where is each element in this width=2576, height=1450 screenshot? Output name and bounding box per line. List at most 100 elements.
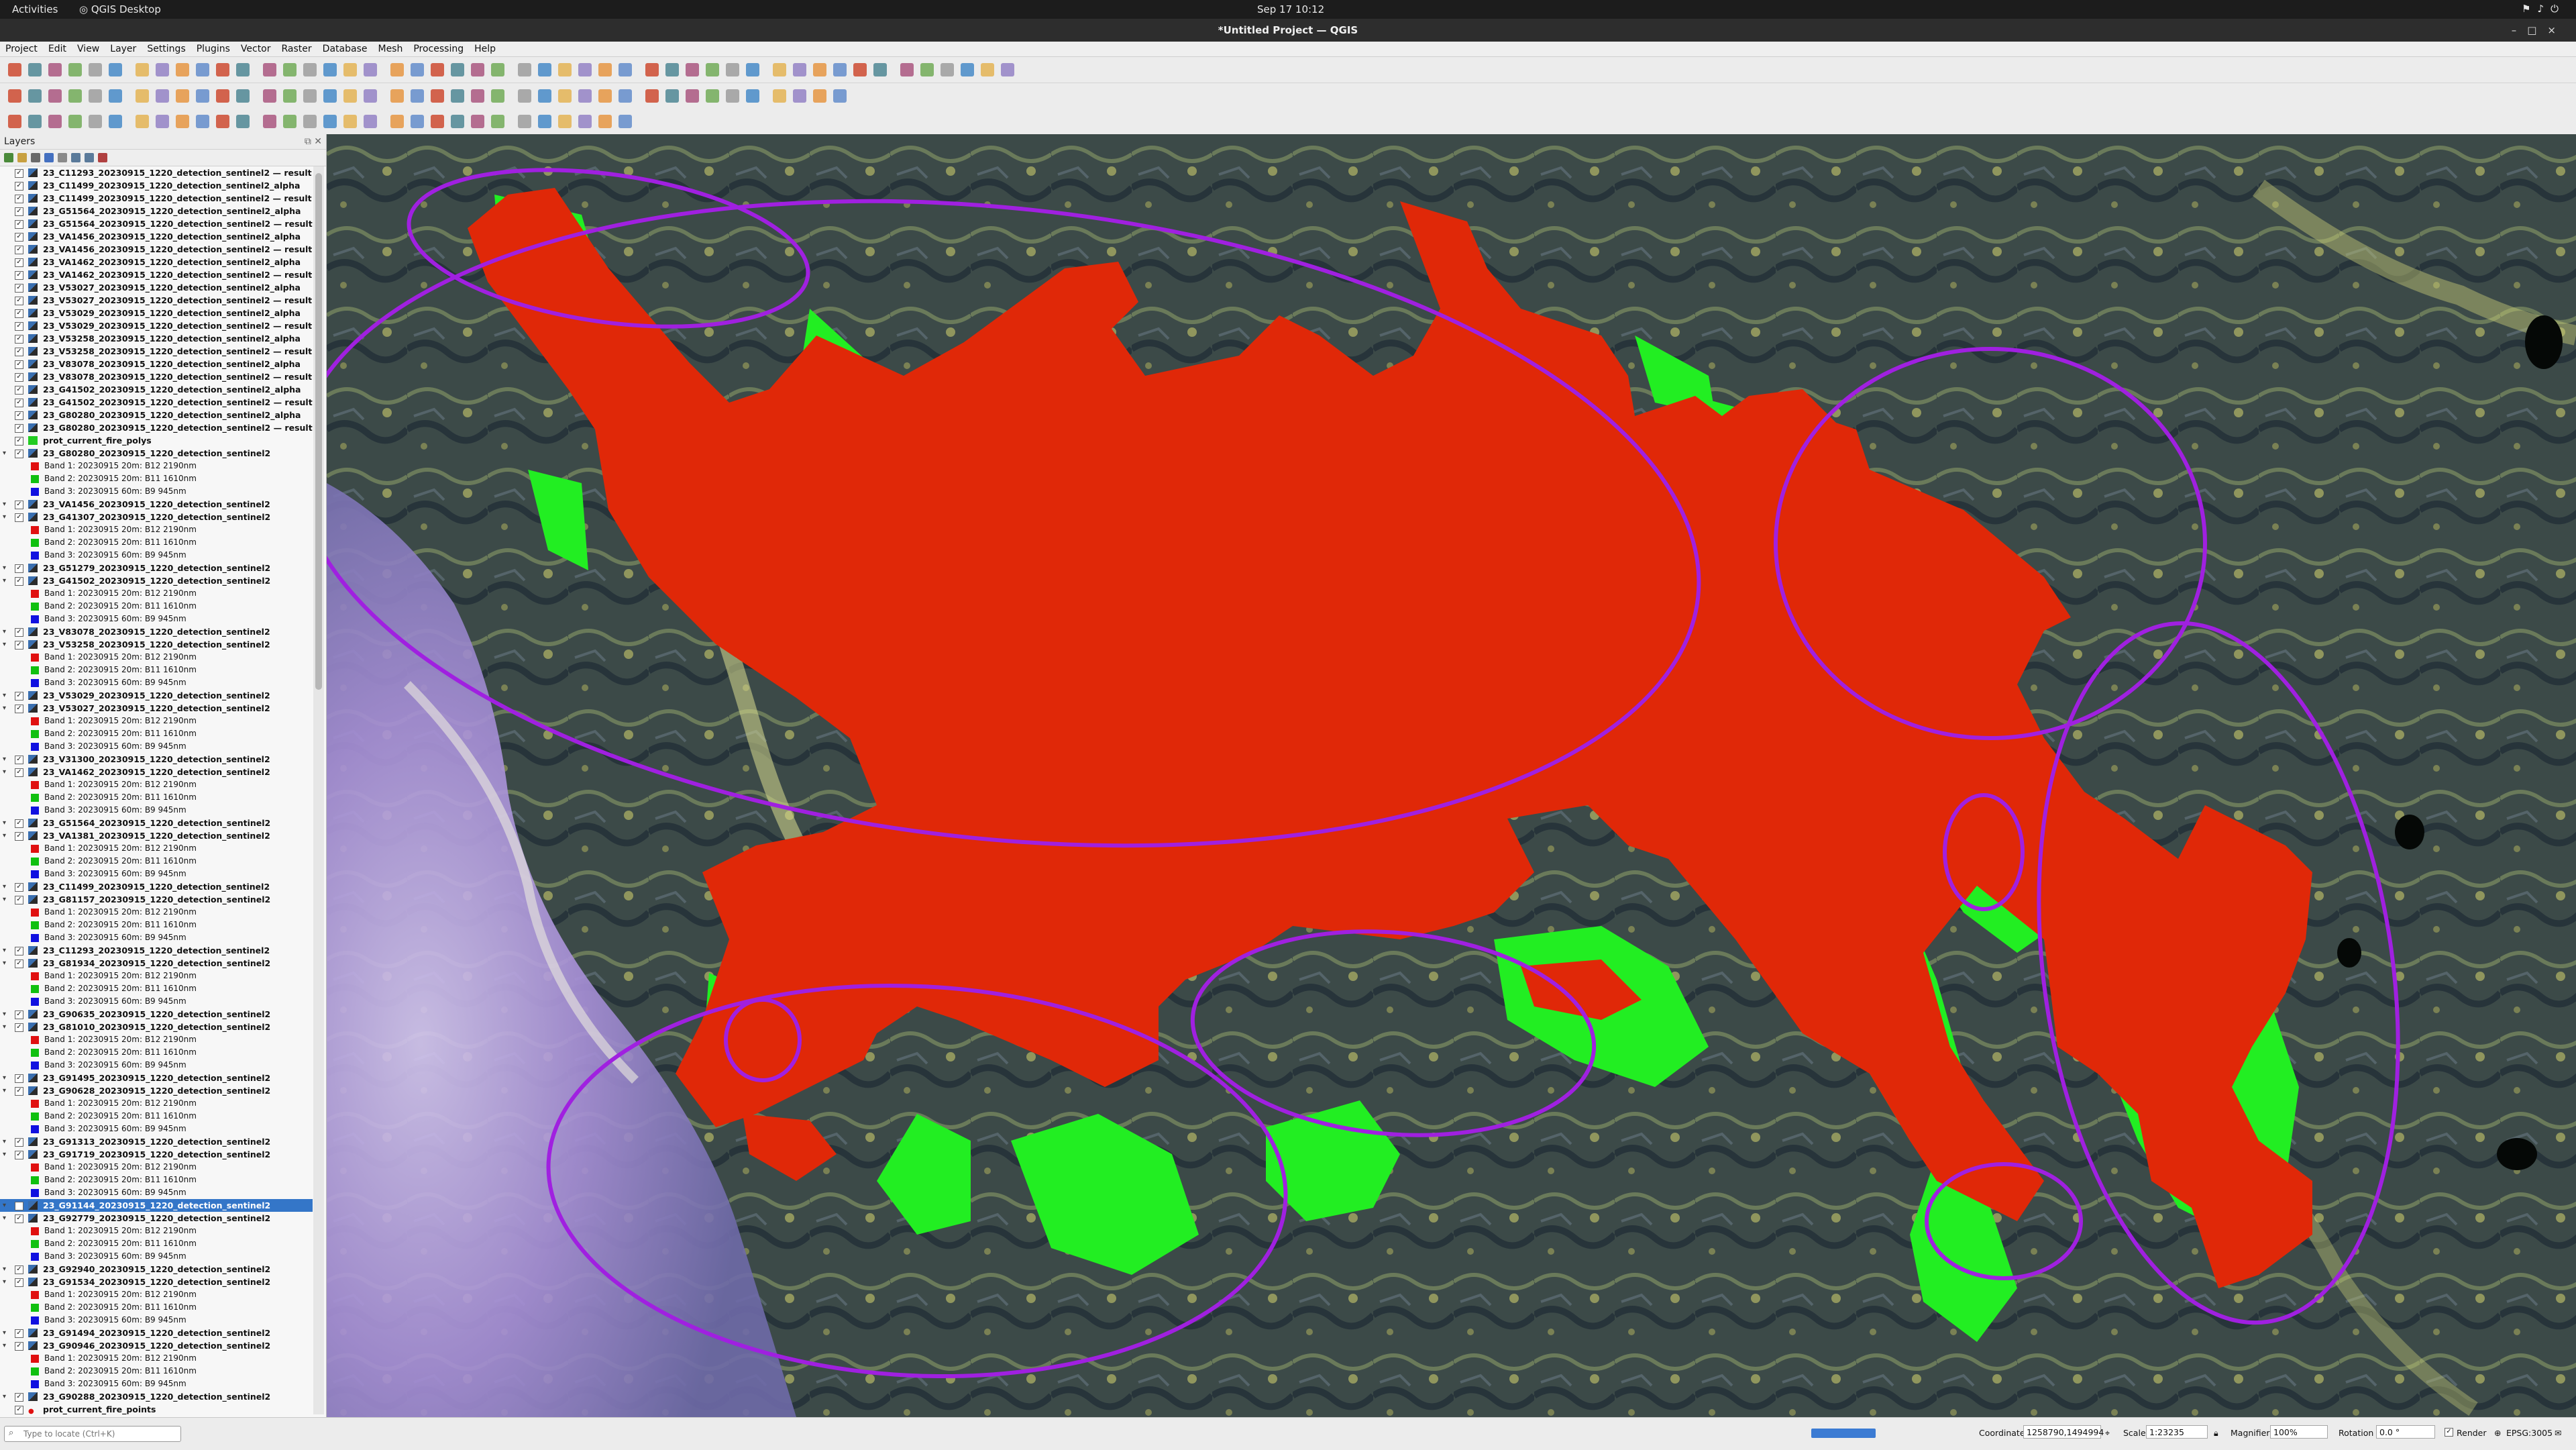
toolbar-button-icon[interactable] bbox=[303, 63, 317, 76]
toolbar-button-icon[interactable] bbox=[813, 63, 826, 76]
expand-arrow-icon[interactable]: ▾ bbox=[3, 893, 6, 906]
messages-icon[interactable]: ✉ bbox=[2555, 1428, 2561, 1438]
toolbar-button-icon[interactable] bbox=[109, 89, 122, 103]
menu-edit[interactable]: Edit bbox=[43, 42, 72, 54]
app-menu-button[interactable]: ◎ QGIS Desktop bbox=[79, 3, 161, 15]
expand-arrow-icon[interactable]: ▾ bbox=[3, 574, 6, 587]
menu-layer[interactable]: Layer bbox=[105, 42, 142, 54]
menu-vector[interactable]: Vector bbox=[235, 42, 276, 54]
layer-visibility-checkbox[interactable]: ✓ bbox=[15, 1074, 23, 1083]
layer-visibility-checkbox[interactable]: ✓ bbox=[15, 768, 23, 777]
expand-arrow-icon[interactable]: ▾ bbox=[3, 689, 6, 702]
layer-item[interactable]: ✓ 23_VA1462_20230915_1220_detection_senti… bbox=[0, 256, 313, 268]
toolbar-button-icon[interactable] bbox=[471, 89, 484, 103]
layer-visibility-checkbox[interactable]: ✓ bbox=[15, 501, 23, 509]
layer-item[interactable]: ▾ ✓ 23_VA1462_20230915_1220_detection_sent… bbox=[0, 766, 313, 778]
expand-arrow-icon[interactable]: ▾ bbox=[3, 1276, 6, 1288]
layer-item[interactable]: ▾ ✓ 23_G90628_20230915_1220_detection_sent… bbox=[0, 1084, 313, 1097]
layer-item[interactable]: ✓ 23_V53258_20230915_1220_detection_senti… bbox=[0, 332, 313, 345]
toolbar-button-icon[interactable] bbox=[89, 63, 102, 76]
layer-visibility-checkbox[interactable]: ✓ bbox=[15, 207, 23, 216]
toolbar-button-icon[interactable] bbox=[236, 63, 250, 76]
layer-visibility-checkbox[interactable]: ✓ bbox=[15, 437, 23, 446]
layer-visibility-checkbox[interactable]: ✓ bbox=[15, 1278, 23, 1287]
layer-item[interactable]: ▾ ✓ 23_V83078_20230915_1220_detection_sent… bbox=[0, 625, 313, 638]
toolbar-button-icon[interactable] bbox=[343, 115, 357, 128]
toolbar-button-icon[interactable] bbox=[941, 63, 954, 76]
expand-all-icon[interactable] bbox=[71, 153, 80, 162]
toolbar-button-icon[interactable] bbox=[645, 89, 659, 103]
layer-visibility-checkbox[interactable]: ✓ bbox=[15, 1151, 23, 1159]
expand-arrow-icon[interactable]: ▾ bbox=[3, 944, 6, 957]
layer-item[interactable]: ▾ ✓ 23_G91494_20230915_1220_detection_sent… bbox=[0, 1327, 313, 1339]
toolbar-button-icon[interactable] bbox=[873, 63, 887, 76]
expand-arrow-icon[interactable]: ▾ bbox=[3, 1021, 6, 1033]
layer-visibility-checkbox[interactable]: ✓ bbox=[15, 819, 23, 828]
toolbar-button-icon[interactable] bbox=[706, 63, 719, 76]
toolbar-button-icon[interactable] bbox=[431, 63, 444, 76]
layer-visibility-checkbox[interactable]: ✓ bbox=[15, 1265, 23, 1274]
toolbar-button-icon[interactable] bbox=[156, 63, 169, 76]
layer-item[interactable]: ▾ ✓ 23_G92779_20230915_1220_detection_sent… bbox=[0, 1212, 313, 1225]
layer-visibility-checkbox[interactable]: ✓ bbox=[15, 335, 23, 344]
toolbar-button-icon[interactable] bbox=[471, 63, 484, 76]
collapse-all-icon[interactable] bbox=[85, 153, 94, 162]
expand-arrow-icon[interactable]: ▾ bbox=[3, 638, 6, 651]
layer-visibility-checkbox[interactable]: ✓ bbox=[15, 756, 23, 764]
menu-settings[interactable]: Settings bbox=[142, 42, 191, 54]
toolbar-button-icon[interactable] bbox=[28, 115, 42, 128]
layer-visibility-checkbox[interactable]: ✓ bbox=[15, 258, 23, 267]
expand-arrow-icon[interactable]: ▾ bbox=[3, 511, 6, 523]
toolbar-button-icon[interactable] bbox=[216, 89, 229, 103]
toolbar-button-icon[interactable] bbox=[8, 115, 21, 128]
layer-visibility-checkbox[interactable]: ✓ bbox=[15, 564, 23, 573]
crs-button[interactable]: EPSG:3005 bbox=[2506, 1428, 2553, 1438]
toolbar-button-icon[interactable] bbox=[68, 63, 82, 76]
toolbar-button-icon[interactable] bbox=[48, 63, 62, 76]
toolbar-button-icon[interactable] bbox=[263, 115, 276, 128]
close-icon[interactable]: × bbox=[2547, 24, 2567, 36]
toggle-extents-icon[interactable]: ⌖ bbox=[2105, 1428, 2110, 1439]
layer-item[interactable]: ✓ 23_G80280_20230915_1220_detection_senti… bbox=[0, 409, 313, 421]
layer-item[interactable]: ✓ 23_C11499_20230915_1220_detection_senti… bbox=[0, 179, 313, 192]
toolbar-button-icon[interactable] bbox=[263, 89, 276, 103]
layer-visibility-checkbox[interactable]: ✓ bbox=[15, 322, 23, 331]
expand-arrow-icon[interactable]: ▾ bbox=[3, 829, 6, 842]
minimize-icon[interactable]: – bbox=[2512, 24, 2528, 36]
toolbar-button-icon[interactable] bbox=[176, 115, 189, 128]
toolbar-button-icon[interactable] bbox=[196, 89, 209, 103]
toolbar-button-icon[interactable] bbox=[491, 63, 504, 76]
layer-visibility-checkbox[interactable]: ✓ bbox=[15, 1214, 23, 1223]
toolbar-button-icon[interactable] bbox=[109, 63, 122, 76]
toolbar-button-icon[interactable] bbox=[390, 63, 404, 76]
toolbar-button-icon[interactable] bbox=[619, 115, 632, 128]
toolbar-button-icon[interactable] bbox=[8, 89, 21, 103]
expand-arrow-icon[interactable]: ▾ bbox=[3, 1148, 6, 1161]
layer-item[interactable]: ▾ ✓ 23_V53027_20230915_1220_detection_sent… bbox=[0, 702, 313, 715]
layer-tree-scrollbar[interactable] bbox=[313, 166, 324, 1414]
expand-arrow-icon[interactable]: ▾ bbox=[3, 880, 6, 893]
locator-input[interactable] bbox=[22, 1428, 178, 1440]
layer-visibility-checkbox[interactable]: ✓ bbox=[15, 960, 23, 968]
toolbar-button-icon[interactable] bbox=[558, 89, 572, 103]
layer-visibility-checkbox[interactable]: ✓ bbox=[15, 360, 23, 369]
layer-item[interactable]: ▾ ✓ 23_G51279_20230915_1220_detection_sent… bbox=[0, 562, 313, 574]
layer-visibility-checkbox[interactable]: ✓ bbox=[15, 182, 23, 191]
layer-item[interactable]: ✓ 23_V53258_20230915_1220_detection_senti… bbox=[0, 345, 313, 358]
expand-arrow-icon[interactable]: ▾ bbox=[3, 1008, 6, 1021]
menu-mesh[interactable]: Mesh bbox=[372, 42, 408, 54]
layer-item[interactable]: ✓ 23_VA1456_20230915_1220_detection_senti… bbox=[0, 230, 313, 243]
toolbar-button-icon[interactable] bbox=[619, 63, 632, 76]
toolbar-button-icon[interactable] bbox=[853, 63, 867, 76]
expand-arrow-icon[interactable]: ▾ bbox=[3, 1072, 6, 1084]
lock-scale-icon[interactable]: 🔒︎ bbox=[2214, 1428, 2218, 1439]
layer-item[interactable]: ✓ prot_current_fire_polys bbox=[0, 434, 313, 447]
layer-item[interactable]: ▾ ✓ 23_VA1456_20230915_1220_detection_sent… bbox=[0, 498, 313, 511]
remove-layer-icon[interactable] bbox=[98, 153, 107, 162]
toolbar-button-icon[interactable] bbox=[793, 89, 806, 103]
toolbar-button-icon[interactable] bbox=[48, 115, 62, 128]
layer-visibility-checkbox[interactable]: ✓ bbox=[15, 195, 23, 203]
toolbar-button-icon[interactable] bbox=[390, 115, 404, 128]
toolbar-button-icon[interactable] bbox=[68, 89, 82, 103]
layer-visibility-checkbox[interactable]: ✓ bbox=[15, 297, 23, 305]
